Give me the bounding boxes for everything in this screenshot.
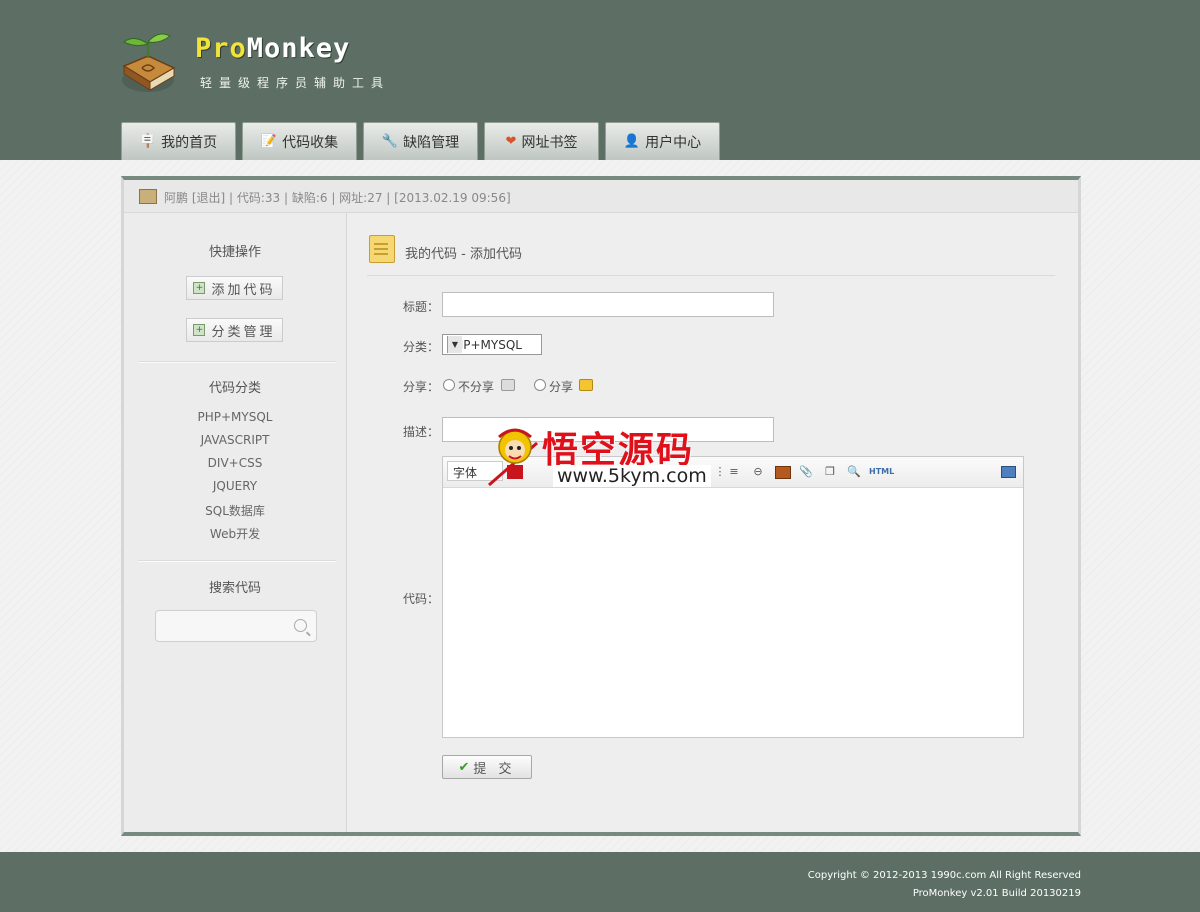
submit-button[interactable]: ✔ 提 交 bbox=[442, 755, 532, 779]
notepad-pencil-icon bbox=[369, 235, 395, 263]
document-icon[interactable]: ❐ bbox=[823, 465, 837, 478]
copyright-text: Copyright © 2012-2013 1990c.com All Righ… bbox=[807, 870, 1081, 881]
user-status-bar: 阿鹏 [退出] | 代码:33 | 缺陷:6 | 网址:27 | [2013.0… bbox=[124, 180, 1078, 213]
fullscreen-icon[interactable] bbox=[1001, 466, 1016, 478]
checkmark-icon: ✔ bbox=[458, 759, 470, 775]
code-editor: 字体 ⋮ ≡ ⊖ 📎 ❐ 🔍 HTML bbox=[442, 456, 1024, 738]
footer: Copyright © 2012-2013 1990c.com All Righ… bbox=[0, 852, 1200, 912]
watermark-url: www.5kym.com bbox=[553, 465, 711, 487]
monkey-king-icon bbox=[488, 428, 538, 487]
share-yes-radio[interactable] bbox=[534, 379, 546, 391]
add-code-label: 添加代码 bbox=[211, 282, 276, 298]
user-status-text: 阿鹏 [退出] | 代码:33 | 缺陷:6 | 网址:27 | [2013.0… bbox=[164, 191, 511, 205]
sidebar-divider bbox=[138, 361, 336, 363]
category-label: 分类： bbox=[402, 340, 439, 354]
sidebar: 快捷操作 + 添加代码 + 分类管理 代码分类 PHP+MYSQL JAVASC… bbox=[124, 213, 347, 832]
category-link[interactable]: JAVASCRIPT bbox=[124, 433, 346, 447]
category-link[interactable]: SQL数据库 bbox=[124, 502, 346, 519]
tagline: 轻量级程序员辅助工具 bbox=[200, 76, 391, 90]
brand-part-monkey: Monkey bbox=[246, 33, 351, 64]
signpost-icon: 🪧 bbox=[139, 134, 157, 149]
search-box bbox=[155, 610, 317, 642]
nav-tab-label: 网址书签 bbox=[521, 134, 578, 151]
category-link[interactable]: PHP+MYSQL bbox=[124, 410, 346, 424]
align-center-icon[interactable]: ≡ bbox=[727, 465, 741, 478]
nav-tab-label: 代码收集 bbox=[282, 134, 339, 151]
brand-part-pro: Pro bbox=[195, 33, 247, 64]
category-link[interactable]: Web开发 bbox=[124, 525, 346, 542]
dropdown-arrow-icon: ▼ bbox=[447, 336, 462, 353]
share-no-label: 不分享 bbox=[458, 380, 495, 394]
code-categories-title: 代码分类 bbox=[208, 381, 261, 396]
nav-tab-user-center[interactable]: 👤 用户中心 bbox=[605, 122, 720, 160]
category-manage-label: 分类管理 bbox=[211, 324, 276, 340]
title-label: 标题： bbox=[402, 300, 439, 314]
nav-tab-label: 用户中心 bbox=[645, 134, 702, 151]
locked-icon bbox=[501, 379, 515, 391]
category-manage-button[interactable]: + 分类管理 bbox=[186, 318, 283, 342]
nav-tab-label: 缺陷管理 bbox=[403, 134, 460, 151]
add-page-icon: + bbox=[193, 282, 206, 294]
attachment-icon[interactable]: 📎 bbox=[799, 465, 813, 478]
header: ProMonkey 轻量级程序员辅助工具 🪧 我的首页 📝 代码收集 🔧 缺陷管… bbox=[0, 0, 1200, 160]
search-icon[interactable] bbox=[294, 619, 307, 632]
quick-actions-title: 快捷操作 bbox=[208, 245, 261, 260]
list-icon[interactable]: ⋮ bbox=[713, 465, 727, 478]
version-text: ProMonkey v2.01 Build 20130219 bbox=[912, 888, 1081, 899]
id-card-icon bbox=[139, 189, 157, 204]
submit-label: 提 交 bbox=[473, 761, 516, 777]
search-code-title: 搜索代码 bbox=[208, 581, 261, 596]
category-link[interactable]: DIV+CSS bbox=[124, 456, 346, 470]
notepad-icon: 📝 bbox=[260, 134, 278, 149]
nav-tab-label: 我的首页 bbox=[161, 134, 218, 151]
link-icon[interactable]: ⊖ bbox=[751, 465, 765, 478]
code-label: 代码： bbox=[402, 592, 439, 606]
description-label: 描述： bbox=[402, 425, 439, 439]
nav-tab-bookmarks[interactable]: ❤ 网址书签 bbox=[484, 122, 599, 160]
search-input[interactable] bbox=[162, 611, 286, 641]
zoom-icon[interactable]: 🔍 bbox=[847, 465, 861, 478]
unlocked-icon bbox=[579, 379, 593, 391]
main-panel: 阿鹏 [退出] | 代码:33 | 缺陷:6 | 网址:27 | [2013.0… bbox=[121, 176, 1081, 836]
image-icon[interactable] bbox=[775, 466, 791, 479]
nav-tab-defects[interactable]: 🔧 缺陷管理 bbox=[363, 122, 478, 160]
book-sprout-logo-icon bbox=[122, 33, 176, 92]
nav-tab-code-collection[interactable]: 📝 代码收集 bbox=[242, 122, 357, 160]
add-code-button[interactable]: + 添加代码 bbox=[186, 276, 283, 300]
content-area: 我的代码 - 添加代码 标题： 分类： PHP+MYSQL ▼ 分享： 不分享 … bbox=[347, 213, 1078, 832]
title-input[interactable] bbox=[442, 292, 774, 317]
heart-icon: ❤ bbox=[505, 134, 517, 149]
share-yes-label: 分享 bbox=[549, 380, 574, 394]
category-link[interactable]: JQUERY bbox=[124, 479, 346, 493]
brand-logo-text: ProMonkey bbox=[195, 33, 350, 64]
nav-tab-home[interactable]: 🪧 我的首页 bbox=[121, 122, 236, 160]
title-divider bbox=[367, 275, 1055, 276]
add-page-icon: + bbox=[193, 324, 206, 336]
watermark: 悟空源码 www.5kym.com bbox=[487, 419, 715, 491]
html-source-button[interactable]: HTML bbox=[869, 465, 894, 478]
sidebar-divider bbox=[138, 560, 336, 562]
category-select[interactable]: PHP+MYSQL ▼ bbox=[442, 334, 542, 355]
share-label: 分享： bbox=[402, 380, 439, 394]
share-no-radio[interactable] bbox=[443, 379, 455, 391]
page-title: 我的代码 - 添加代码 bbox=[405, 247, 522, 262]
user-icon: 👤 bbox=[623, 134, 641, 149]
code-textarea[interactable] bbox=[443, 488, 1023, 737]
footer-text: Copyright © 2012-2013 1990c.com All Righ… bbox=[808, 867, 1081, 903]
wrench-icon: 🔧 bbox=[381, 134, 399, 149]
